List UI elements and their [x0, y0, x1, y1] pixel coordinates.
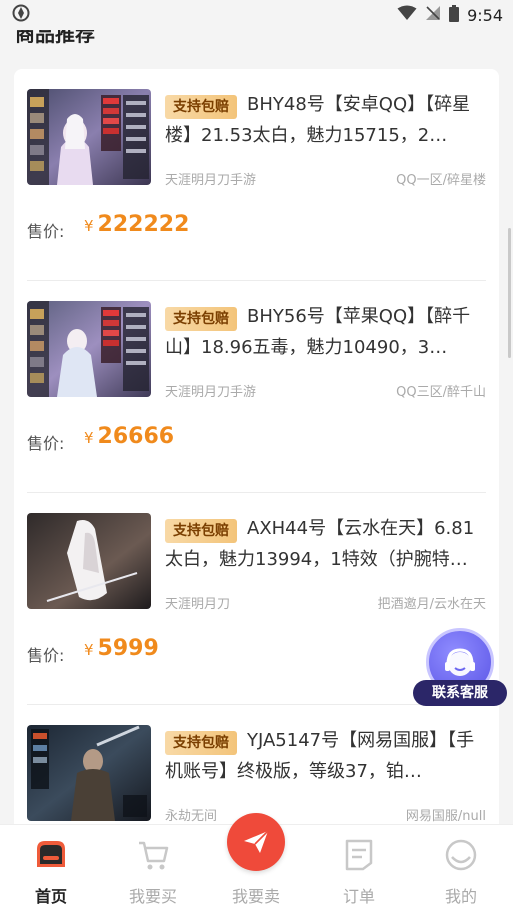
product-title[interactable]: BHY56号【苹果QQ】【醉千山】18.96五毒，魅力10490，3… [165, 301, 487, 363]
price-label: 售价: [27, 434, 65, 453]
product-server: 网易国服/null [405, 809, 486, 824]
cart-icon [133, 835, 173, 875]
product-server: 把酒邀月/云水在天 [377, 597, 486, 612]
currency-symbol: ¥ [84, 641, 94, 659]
product-game: 天涯明月刀手游 [165, 385, 257, 400]
battery-icon [449, 4, 460, 26]
product-title[interactable]: AXH44号【云水在天】6.81太白，魅力13994，1特效（护腕特… [165, 513, 487, 575]
tab-orders-label: 订单 [342, 887, 375, 906]
product-thumbnail[interactable] [27, 513, 151, 609]
tab-orders[interactable]: 订单 [308, 825, 410, 912]
product-list-card: 支持包赔 BHY48号【安卓QQ】【碎星楼】21.53太白，魅力15715，2…… [14, 69, 499, 839]
price-value: 5999 [97, 636, 159, 661]
scrollbar[interactable] [508, 228, 511, 358]
product-game: 天涯明月刀手游 [165, 173, 257, 188]
product-price: ¥5999 [84, 636, 159, 661]
product-server: QQ一区/碎星楼 [396, 173, 486, 188]
tab-buy[interactable]: 我要买 [102, 825, 204, 912]
product-price: ¥222222 [84, 212, 189, 237]
price-value: 222222 [97, 212, 190, 237]
price-value: 26666 [97, 424, 175, 449]
product-thumbnail[interactable] [27, 725, 151, 821]
product-server: QQ三区/醉千山 [396, 385, 486, 400]
order-document-icon [339, 835, 379, 875]
product-thumbnail[interactable] [27, 89, 151, 185]
product-title[interactable]: BHY48号【安卓QQ】【碎星楼】21.53太白，魅力15715，2… [165, 89, 487, 151]
tab-home-label: 首页 [34, 887, 67, 906]
price-label: 售价: [27, 222, 65, 241]
paper-plane-icon[interactable] [227, 813, 285, 871]
product-game: 永劫无间 [165, 809, 218, 824]
wifi-icon [397, 5, 417, 25]
tab-buy-label: 我要买 [128, 887, 177, 906]
customer-service-button[interactable]: 联系客服 [413, 628, 507, 708]
product-item[interactable]: 支持包赔 BHY48号【安卓QQ】【碎星楼】21.53太白，魅力15715，2…… [14, 69, 499, 281]
price-label: 售价: [27, 646, 65, 665]
tab-profile[interactable]: 我的 [410, 825, 512, 912]
customer-service-label: 联系客服 [413, 680, 507, 706]
product-price: ¥26666 [84, 424, 174, 449]
no-signal-icon [425, 5, 441, 25]
product-item[interactable]: 支持包赔 BHY56号【苹果QQ】【醉千山】18.96五毒，魅力10490，3…… [14, 281, 499, 493]
tab-profile-label: 我的 [444, 887, 477, 906]
bottom-tab-bar: 首页 我要买 我要卖 订单 我的 [0, 813, 513, 912]
tab-home[interactable]: 首页 [0, 825, 102, 912]
product-game: 天涯明月刀 [165, 597, 231, 612]
currency-symbol: ¥ [84, 429, 94, 447]
product-thumbnail[interactable] [27, 301, 151, 397]
tab-sell-label: 我要卖 [231, 887, 280, 906]
currency-symbol: ¥ [84, 217, 94, 235]
home-icon [31, 835, 71, 875]
status-bar: 9:54 [0, 0, 513, 30]
app-notification-icon [12, 4, 30, 26]
status-time: 9:54 [467, 5, 503, 25]
product-title[interactable]: YJA5147号【网易国服】【手机账号】终极版，等级37，铂… [165, 725, 487, 787]
profile-ring-icon [441, 835, 481, 875]
